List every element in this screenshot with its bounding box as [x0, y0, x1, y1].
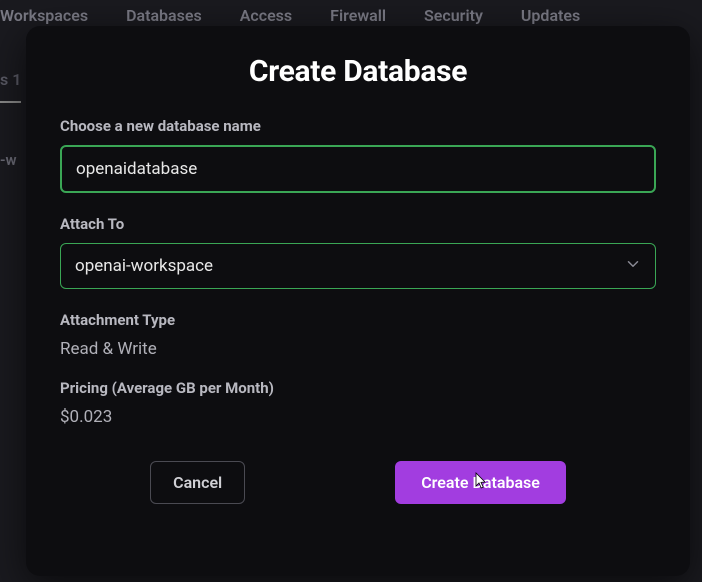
attachment-type-label: Attachment Type [60, 311, 656, 329]
background-fragment: s 1 -w [0, 70, 21, 169]
bg-text-2: -w [0, 151, 21, 169]
nav-item-databases[interactable]: Databases [126, 6, 202, 25]
attachment-type-value: Read & Write [60, 339, 656, 359]
nav-item-access[interactable]: Access [240, 6, 292, 25]
nav-item-firewall[interactable]: Firewall [330, 6, 386, 25]
nav-item-workspaces[interactable]: Workspaces [0, 6, 88, 25]
nav-item-updates[interactable]: Updates [521, 6, 580, 25]
attach-to-select[interactable]: openai-workspace [60, 243, 656, 289]
attach-to-selected-value: openai-workspace [75, 256, 213, 276]
create-database-modal: Create Database Choose a new database na… [26, 26, 690, 576]
database-name-label: Choose a new database name [60, 117, 656, 135]
create-database-button-label: Create Database [421, 473, 540, 492]
database-name-input[interactable] [60, 145, 656, 193]
background-nav: Workspaces Databases Access Firewall Sec… [0, 0, 702, 25]
pricing-label: Pricing (Average GB per Month) [60, 379, 656, 397]
pricing-value: $0.023 [60, 407, 656, 427]
modal-footer: Cancel Create Database [60, 461, 656, 504]
create-database-button[interactable]: Create Database [395, 461, 566, 504]
bg-text-1: s 1 [0, 70, 21, 103]
modal-title: Create Database [60, 54, 656, 89]
cancel-button[interactable]: Cancel [150, 461, 245, 504]
nav-item-security[interactable]: Security [424, 6, 483, 25]
attach-to-label: Attach To [60, 215, 656, 233]
